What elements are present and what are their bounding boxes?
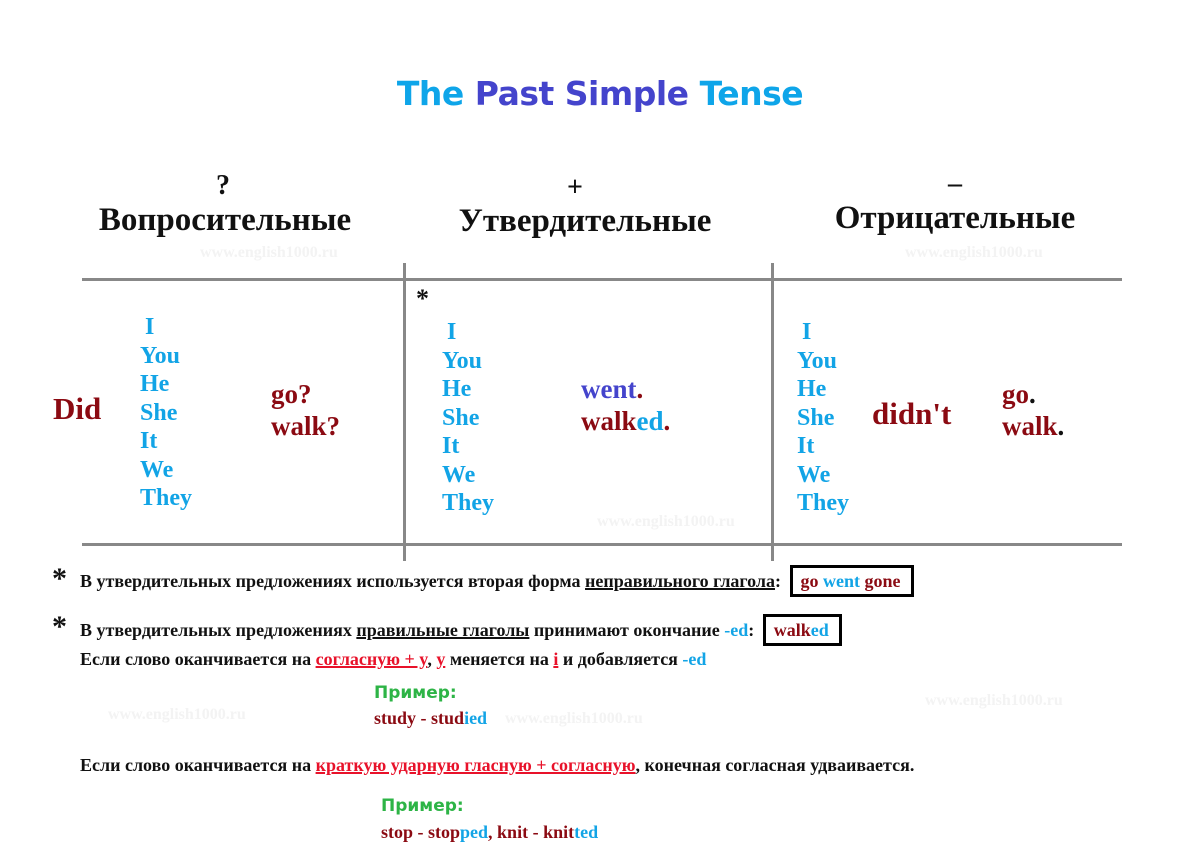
pronoun: She (140, 399, 178, 426)
watermark: www.english1000.ru (200, 244, 338, 261)
verb-went: went. (581, 374, 644, 404)
example-box-go-went-gone: go went gone (789, 565, 914, 597)
note-star: * (52, 610, 67, 643)
pronoun: We (797, 461, 831, 488)
verb-walk: walk? (271, 411, 341, 441)
pronoun-list-questions: I You He She It We They (140, 313, 192, 513)
pronoun: He (140, 371, 170, 397)
minus-symbol: – (948, 168, 962, 199)
irregular-verb-term: неправильного глагола (585, 571, 776, 591)
pronoun: He (442, 376, 472, 402)
plus-symbol: + (567, 172, 583, 203)
pronoun: You (797, 347, 838, 374)
pronoun-list-affirmative: I You He She It We They (442, 318, 494, 518)
question-verbs: go? walk? (271, 378, 340, 442)
pronoun: We (140, 456, 174, 483)
example-box-walked: walked (762, 614, 842, 646)
pronoun: It (140, 428, 158, 454)
pronoun: It (442, 433, 460, 459)
auxiliary-didnt: didn't (872, 396, 952, 431)
pronoun: I (802, 319, 812, 345)
heading-affirmative: Утвердительные (458, 203, 712, 239)
heading-questions: Вопросительные (98, 202, 352, 238)
watermark: www.english1000.ru (108, 706, 246, 723)
watermark: www.english1000.ru (597, 513, 735, 530)
question-symbol: ? (216, 170, 230, 201)
verb-walk: walk. (1002, 411, 1065, 441)
pronoun: You (140, 342, 181, 369)
watermark: www.english1000.ru (905, 244, 1043, 261)
footnote-marker: * (416, 284, 429, 313)
verb-walked: walked. (581, 406, 671, 436)
note-regular-verbs: В утвердительных предложениях правильные… (80, 614, 842, 646)
pronoun: It (797, 433, 815, 459)
page-title: The Past Simple Tense (0, 74, 1200, 113)
table-divider-2 (771, 263, 774, 561)
pronoun: I (447, 319, 457, 345)
watermark: www.english1000.ru (505, 710, 643, 727)
table-divider-1 (403, 263, 406, 561)
pronoun: She (442, 404, 480, 431)
note-star: * (52, 562, 67, 595)
auxiliary-did: Did (53, 391, 102, 426)
note-irregular-verbs: В утвердительных предложениях использует… (80, 565, 914, 597)
rule-consonant-y: Если слово оканчивается на согласную + y… (80, 649, 707, 669)
example-study-studied: study - studied (374, 708, 488, 728)
pronoun: They (140, 485, 193, 511)
pronoun: We (442, 461, 476, 488)
title-tense: Tense (699, 74, 804, 113)
rule-double-consonant: Если слово оканчивается на краткую ударн… (80, 755, 915, 775)
watermark: www.english1000.ru (925, 692, 1063, 709)
heading-negative: Отрицательные (834, 200, 1076, 236)
affirmative-verbs: went. walked. (581, 373, 670, 437)
regular-verb-term: правильные глаголы (356, 620, 530, 640)
pronoun: I (145, 314, 155, 340)
pronoun-list-negative: I You He She It We They (797, 318, 849, 518)
title-past-simple: Past Simple (474, 74, 689, 113)
pronoun: They (797, 490, 850, 516)
table-line-top (82, 278, 1122, 281)
table-line-bottom (82, 543, 1122, 546)
verb-go: go? (271, 379, 312, 409)
example-label: Пример: (381, 796, 464, 816)
pronoun: They (442, 490, 495, 516)
pronoun: She (797, 404, 835, 431)
example-stop-knit: stop - stopped, knit - knitted (381, 822, 599, 842)
pronoun: You (442, 347, 483, 374)
title-the: The (396, 74, 464, 113)
verb-go: go. (1002, 379, 1036, 409)
example-label: Пример: (374, 683, 457, 703)
pronoun: He (797, 376, 827, 402)
negative-verbs: go. walk. (1002, 378, 1064, 442)
